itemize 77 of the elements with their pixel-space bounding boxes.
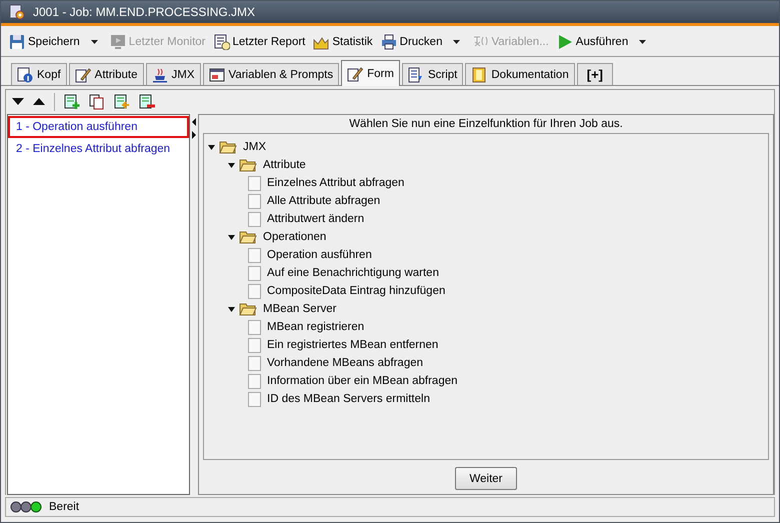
expanded-caret-icon[interactable] — [228, 162, 235, 168]
next-button[interactable]: Weiter — [455, 467, 517, 490]
document-icon — [248, 284, 261, 298]
toolbar-button[interactable]: Speichern — [7, 32, 104, 52]
insert-step-icon[interactable] — [114, 94, 130, 110]
tab[interactable]: Variablen & Prompts — [202, 63, 340, 85]
collapse-left-icon[interactable] — [192, 118, 196, 126]
folder-label[interactable]: Operationen — [261, 231, 326, 243]
move-up-icon[interactable] — [33, 98, 45, 106]
window-icon — [208, 66, 224, 82]
expand-right-icon[interactable] — [192, 131, 196, 139]
info-icon — [17, 66, 33, 82]
pencil-icon — [74, 66, 91, 82]
document-icon — [248, 374, 261, 388]
tab[interactable]: Form — [341, 60, 400, 86]
folder-icon — [239, 158, 257, 172]
folder-label[interactable]: MBean Server — [261, 303, 337, 315]
folder-label[interactable]: Attribute — [261, 159, 306, 171]
step-item[interactable]: 2 - Einzelnes Attribut abfragen — [8, 138, 189, 160]
tab[interactable]: Kopf — [11, 63, 67, 85]
book-icon — [471, 66, 488, 82]
function-item[interactable]: Ein registriertes MBean entfernen — [265, 339, 438, 351]
folder-icon — [239, 302, 257, 316]
panel-heading: Wählen Sie nun eine Einzelfunktion für Ihren Job aus. — [348, 117, 624, 132]
expanded-caret-icon[interactable] — [208, 144, 215, 150]
document-icon — [248, 266, 261, 280]
function-item[interactable]: ID des MBean Servers ermitteln — [265, 393, 430, 405]
tab[interactable]: [+] — [576, 63, 613, 85]
dropdown-caret-icon[interactable] — [639, 40, 646, 44]
coffee-cup-icon — [152, 66, 168, 82]
folder-icon — [219, 140, 237, 154]
function-item[interactable]: CompositeData Eintrag hinzufügen — [265, 285, 446, 297]
expanded-caret-icon[interactable] — [228, 306, 235, 312]
move-down-icon[interactable] — [12, 98, 24, 106]
report-icon — [214, 34, 230, 50]
toolbar-button[interactable]: Drucken — [378, 32, 466, 52]
toolbar-button[interactable]: Ausführen — [554, 32, 652, 52]
printer-icon — [380, 34, 397, 50]
folder-label[interactable]: JMX — [241, 141, 266, 153]
traffic-light-icon — [9, 500, 43, 514]
tab[interactable]: Attribute — [68, 63, 144, 85]
status-text: Bereit — [49, 501, 80, 513]
function-item[interactable]: Vorhandene MBeans abfragen — [265, 357, 424, 369]
pencil-icon — [347, 66, 364, 82]
expanded-caret-icon[interactable] — [228, 234, 235, 240]
function-item[interactable]: Attributwert ändern — [265, 213, 364, 225]
document-icon — [248, 212, 261, 226]
toolbar-button[interactable]: Letzter Report — [212, 32, 308, 52]
folder-icon — [239, 230, 257, 244]
monitor-icon — [110, 34, 126, 50]
tab[interactable]: JMX — [146, 63, 200, 85]
function-item[interactable]: MBean registrieren — [265, 321, 364, 333]
script-icon — [408, 66, 424, 82]
document-icon — [248, 392, 261, 406]
dropdown-caret-icon[interactable] — [90, 40, 98, 44]
tab[interactable]: Dokumentation — [465, 63, 575, 85]
document-icon — [248, 356, 261, 370]
document-icon — [248, 248, 261, 262]
add-step-icon[interactable] — [64, 94, 80, 110]
document-icon — [248, 320, 261, 334]
dropdown-caret-icon[interactable] — [453, 40, 460, 44]
function-item[interactable]: Operation ausführen — [265, 249, 372, 261]
function-item[interactable]: Alle Attribute abfragen — [265, 195, 380, 207]
play-icon — [556, 34, 573, 50]
document-icon — [248, 176, 261, 190]
function-item[interactable]: Information über ein MBean abfragen — [265, 375, 458, 387]
step-item[interactable]: 1 - Operation ausführen — [8, 116, 189, 138]
remove-step-icon[interactable] — [139, 94, 155, 110]
window-title: J001 - Job: MM.END.PROCESSING.JMX — [33, 5, 256, 19]
function-item[interactable]: Auf eine Benachrichtigung warten — [265, 267, 439, 279]
copy-icon[interactable] — [89, 94, 105, 110]
document-icon — [248, 194, 261, 208]
save-icon — [9, 34, 25, 50]
document-icon — [248, 338, 261, 352]
toolbar-button[interactable]: Statistik — [311, 32, 375, 52]
tab[interactable]: Script — [402, 63, 464, 85]
function-item[interactable]: Einzelnes Attribut abfragen — [265, 177, 404, 189]
